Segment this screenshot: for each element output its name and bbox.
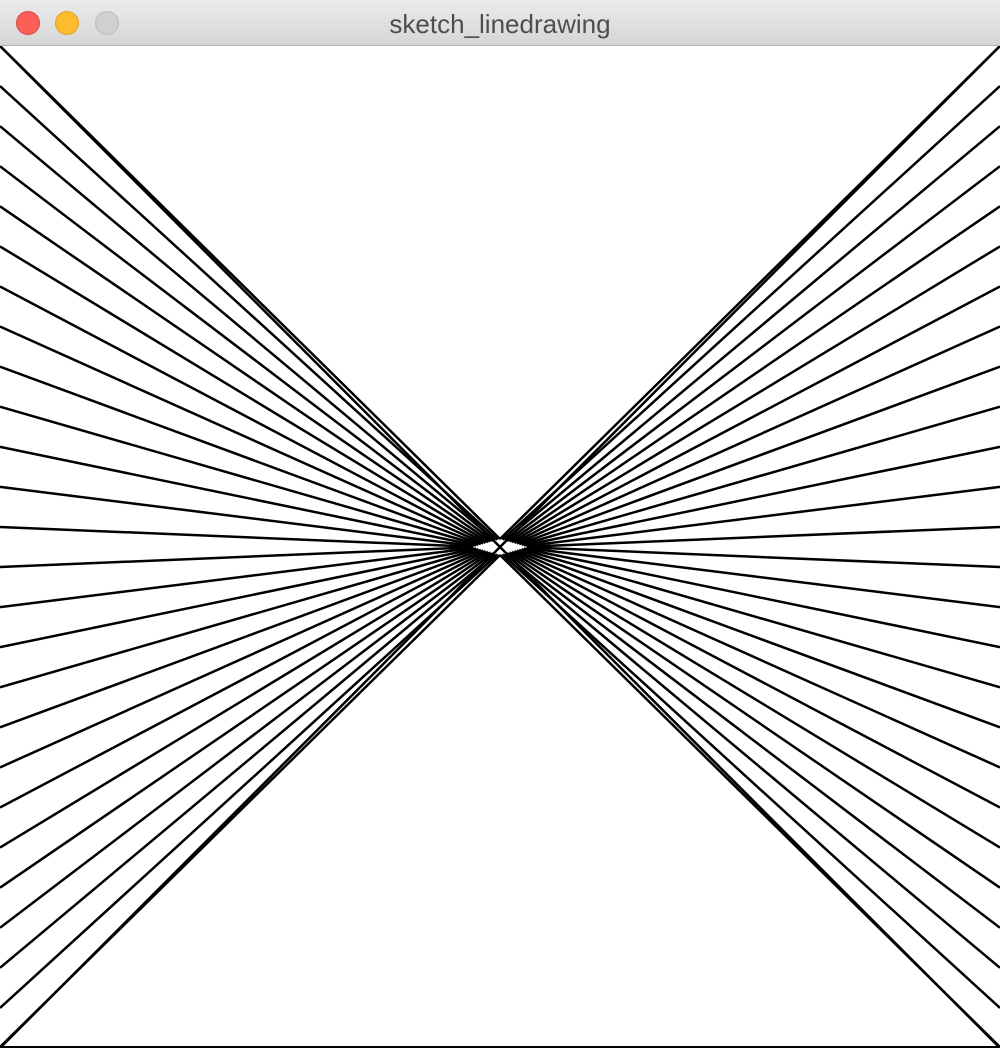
- left-line: [0, 165, 494, 542]
- left-line: [0, 85, 499, 541]
- line-drawing: [0, 46, 1000, 1048]
- left-line: [0, 549, 484, 769]
- right-line: [513, 285, 1000, 544]
- sketch-canvas: [0, 46, 1000, 1048]
- left-line: [0, 550, 487, 809]
- right-line: [506, 165, 1000, 542]
- right-line: [516, 549, 1000, 769]
- right-line: [501, 553, 1000, 1009]
- right-line: [508, 551, 1000, 889]
- left-line: [0, 285, 487, 544]
- title-bar[interactable]: sketch_linedrawing: [0, 0, 1000, 46]
- left-line: [0, 205, 492, 543]
- app-window: sketch_linedrawing: [0, 0, 1000, 1048]
- right-line: [508, 205, 1000, 543]
- right-line: [506, 552, 1000, 929]
- left-line: [0, 552, 494, 929]
- right-line: [513, 550, 1000, 809]
- window-title: sketch_linedrawing: [389, 9, 611, 39]
- left-line: [0, 325, 484, 545]
- right-line: [516, 325, 1000, 545]
- left-line: [0, 553, 499, 1009]
- left-line: [0, 551, 492, 889]
- right-line: [501, 85, 1000, 541]
